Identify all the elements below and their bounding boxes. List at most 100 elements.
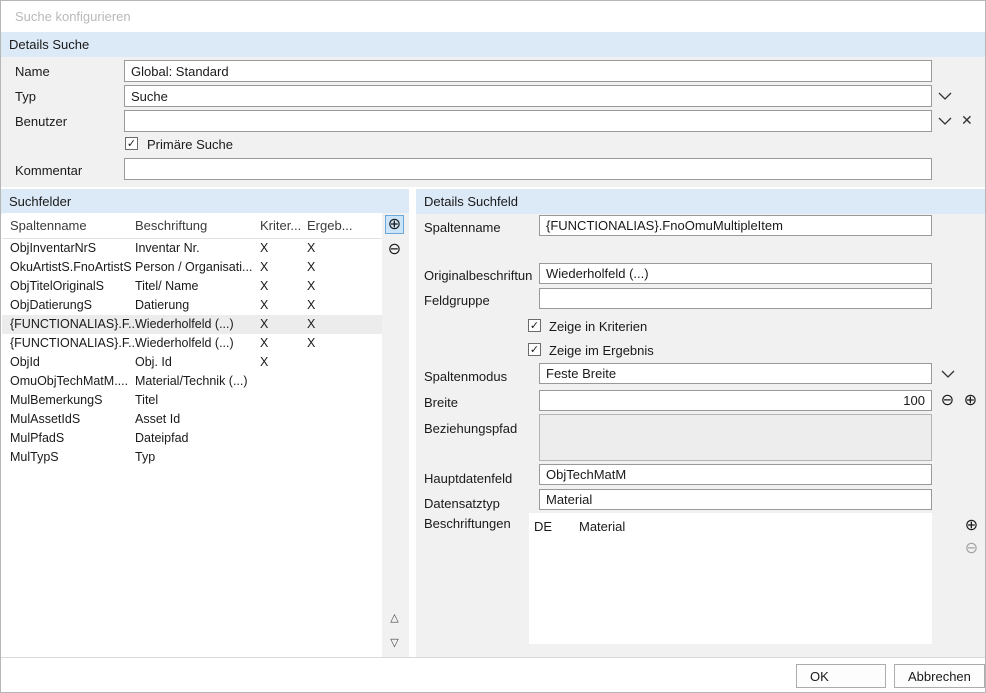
cell-kriterien: X (260, 315, 307, 334)
table-row[interactable]: MulAssetIdS Asset Id (2, 410, 382, 429)
table-row[interactable]: ObjTitelOriginalS Titel/ Name X X (2, 277, 382, 296)
spaltenmodus-input[interactable] (539, 363, 932, 384)
move-up-icon[interactable]: △ (385, 611, 404, 624)
col-beschriftung[interactable]: Beschriftung (135, 213, 260, 238)
breite-decrement-minus-icon[interactable]: ⊖ (938, 391, 957, 410)
originalbeschriftung-input[interactable] (539, 263, 932, 284)
cell-spaltenname: MulTypS (10, 448, 135, 467)
hauptdatenfeld-input[interactable] (539, 464, 932, 485)
cell-beschriftung: Titel/ Name (135, 277, 260, 296)
table-row[interactable]: ObjDatierungS Datierung X X (2, 296, 382, 315)
beschriftung-lang: DE (534, 517, 579, 536)
spaltenname-input[interactable] (539, 215, 932, 236)
typ-input[interactable] (124, 85, 932, 107)
beschriftungen-list-item[interactable]: DE Material (529, 517, 932, 536)
cell-beschriftung: Wiederholfeld (...) (135, 334, 260, 353)
breite-input[interactable] (539, 390, 932, 411)
name-input[interactable] (124, 60, 932, 82)
cell-kriterien (260, 410, 307, 429)
zeige-in-kriterien-label: Zeige in Kriterien (549, 319, 647, 334)
suchfelder-table: Spaltenname Beschriftung Kriter... Ergeb… (2, 213, 382, 657)
cell-beschriftung: Material/Technik (...) (135, 372, 260, 391)
cell-kriterien (260, 372, 307, 391)
cell-ergebnis (307, 372, 382, 391)
table-row[interactable]: {FUNCTIONALIAS}.F... Wiederholfeld (...)… (2, 315, 382, 334)
kommentar-label: Kommentar (15, 163, 82, 178)
table-row[interactable]: ObjId Obj. Id X (2, 353, 382, 372)
cell-ergebnis: X (307, 258, 382, 277)
hauptdatenfeld-label: Hauptdatenfeld (424, 471, 512, 486)
suchfelder-table-header[interactable]: Spaltenname Beschriftung Kriter... Ergeb… (2, 213, 382, 239)
cell-spaltenname: ObjId (10, 353, 135, 372)
name-label: Name (15, 64, 50, 79)
typ-chevron-down-icon[interactable] (937, 90, 953, 102)
typ-label: Typ (15, 89, 36, 104)
benutzer-input[interactable] (124, 110, 932, 132)
cell-ergebnis: X (307, 296, 382, 315)
cell-ergebnis (307, 429, 382, 448)
cell-beschriftung: Asset Id (135, 410, 260, 429)
zeige-im-ergebnis-checkbox[interactable]: ✓ (528, 343, 541, 356)
cell-ergebnis: X (307, 239, 382, 258)
zeige-in-kriterien-checkbox[interactable]: ✓ (528, 319, 541, 332)
move-down-icon[interactable]: ▽ (385, 636, 404, 649)
feldgruppe-label: Feldgruppe (424, 293, 490, 308)
beziehungspfad-textarea[interactable] (539, 414, 932, 461)
table-row[interactable]: {FUNCTIONALIAS}.F... Wiederholfeld (...)… (2, 334, 382, 353)
cell-spaltenname: ObjTitelOriginalS (10, 277, 135, 296)
table-row[interactable]: MulBemerkungS Titel (2, 391, 382, 410)
cell-kriterien: X (260, 353, 307, 372)
details-suchfeld-panel: Details Suchfeld Spaltenname Originalbes… (416, 189, 986, 657)
cell-ergebnis: X (307, 334, 382, 353)
cell-kriterien: X (260, 277, 307, 296)
cell-kriterien (260, 429, 307, 448)
cell-ergebnis: X (307, 277, 382, 296)
col-kriterien[interactable]: Kriter... (260, 213, 307, 238)
table-row[interactable]: MulTypS Typ (2, 448, 382, 467)
beschriftungen-remove-minus-icon[interactable]: ⊖ (962, 539, 981, 558)
benutzer-chevron-down-icon[interactable] (937, 115, 953, 127)
details-suchfeld-header: Details Suchfeld (416, 189, 986, 214)
col-spaltenname[interactable]: Spaltenname (10, 213, 135, 238)
datensatztyp-input[interactable] (539, 489, 932, 510)
benutzer-label: Benutzer (15, 114, 67, 129)
beschriftungen-list[interactable]: DE Material (529, 513, 932, 644)
dialog-footer: OK Abbrechen (1, 657, 985, 693)
cell-kriterien: X (260, 296, 307, 315)
table-row[interactable]: MulPfadS Dateipfad (2, 429, 382, 448)
feldgruppe-input[interactable] (539, 288, 932, 309)
details-suche-form: Name Typ Benutzer ✕ ✓ Primäre Suche Komm… (1, 57, 985, 187)
window-titlebar: Suche konfigurieren (1, 1, 985, 32)
benutzer-clear-close-icon[interactable]: ✕ (961, 112, 973, 130)
cell-beschriftung: Typ (135, 448, 260, 467)
cell-kriterien (260, 448, 307, 467)
cell-ergebnis (307, 448, 382, 467)
cell-beschriftung: Titel (135, 391, 260, 410)
primaere-suche-checkbox[interactable]: ✓ (125, 137, 138, 150)
cell-beschriftung: Obj. Id (135, 353, 260, 372)
cell-beschriftung: Dateipfad (135, 429, 260, 448)
col-ergebnis[interactable]: Ergeb... (307, 213, 382, 238)
suchfelder-rows: ObjInventarNrS Inventar Nr. X X OkuArtis… (2, 239, 382, 467)
beschriftung-text: Material (579, 517, 932, 536)
cell-spaltenname: OmuObjTechMatM.... (10, 372, 135, 391)
table-row[interactable]: OkuArtistS.FnoArtistS Person / Organisat… (2, 258, 382, 277)
kommentar-input[interactable] (124, 158, 932, 180)
remove-field-minus-icon[interactable]: ⊖ (385, 240, 404, 259)
add-field-plus-icon[interactable]: ⊕ (385, 215, 404, 234)
originalbeschriftung-label: Originalbeschriftun (424, 268, 532, 283)
spaltenmodus-chevron-down-icon[interactable] (940, 368, 956, 380)
cell-spaltenname: ObjInventarNrS (10, 239, 135, 258)
cancel-button[interactable]: Abbrechen (894, 664, 985, 688)
cell-beschriftung: Datierung (135, 296, 260, 315)
breite-increment-plus-icon[interactable]: ⊕ (961, 391, 980, 410)
beschriftungen-add-plus-icon[interactable]: ⊕ (962, 516, 981, 535)
table-row[interactable]: OmuObjTechMatM.... Material/Technik (...… (2, 372, 382, 391)
cell-beschriftung: Wiederholfeld (...) (135, 315, 260, 334)
spaltenname-label: Spaltenname (424, 220, 501, 235)
primaere-suche-label: Primäre Suche (147, 137, 233, 152)
cell-spaltenname: OkuArtistS.FnoArtistS (10, 258, 135, 277)
table-row[interactable]: ObjInventarNrS Inventar Nr. X X (2, 239, 382, 258)
ok-button[interactable]: OK (796, 664, 886, 688)
cell-spaltenname: {FUNCTIONALIAS}.F... (10, 315, 135, 334)
